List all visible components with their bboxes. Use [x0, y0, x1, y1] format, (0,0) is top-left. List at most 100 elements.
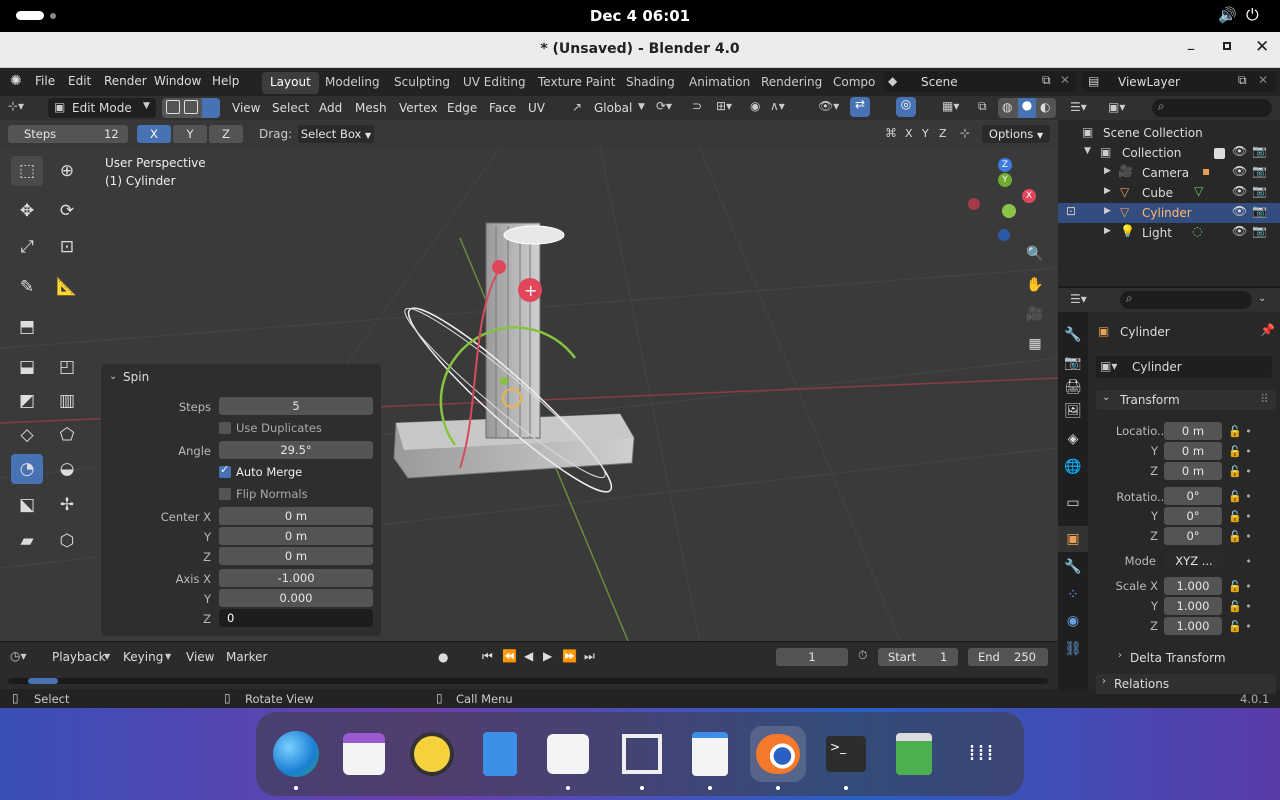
tab-sculpting[interactable]: Sculpting: [386, 72, 458, 94]
location-x-field[interactable]: 0 m: [1164, 422, 1222, 440]
menu-render[interactable]: Render: [104, 74, 147, 88]
edge-slide-tool[interactable]: ⬕: [11, 490, 43, 520]
mirror-y-toggle[interactable]: Y: [922, 127, 929, 140]
knife-tool[interactable]: ◇: [11, 420, 43, 450]
browser-icon[interactable]: [268, 726, 324, 790]
menu-edge[interactable]: Edge: [447, 101, 477, 115]
visibility-icon[interactable]: 👁▾: [818, 99, 839, 113]
clock[interactable]: Dec 4 06:01: [560, 7, 720, 25]
axis-z-toggle[interactable]: Z: [209, 125, 243, 143]
terminal-icon[interactable]: >_: [818, 726, 874, 790]
location-locks[interactable]: 🔓 • 🔓 • 🔓 •: [1228, 422, 1268, 487]
pan-hand-icon[interactable]: ✋: [1022, 272, 1048, 298]
eye-icon[interactable]: 👁: [1232, 224, 1247, 238]
rotation-z-field[interactable]: 0°: [1164, 527, 1222, 545]
camera-render-icon[interactable]: 📷: [1252, 144, 1267, 158]
loop-cut-tool[interactable]: ▥: [51, 386, 83, 416]
constraints-tab-icon[interactable]: ⛓: [1058, 636, 1088, 662]
calendar-icon[interactable]: [336, 726, 392, 782]
volume-icon[interactable]: 🔊: [1218, 6, 1237, 24]
delete-viewlayer-icon[interactable]: ✕: [1258, 73, 1268, 87]
close-button[interactable]: ✕: [1255, 37, 1269, 57]
outliner-editor-icon[interactable]: ☰▾: [1070, 100, 1087, 114]
playhead[interactable]: [28, 678, 58, 684]
material-shading-icon[interactable]: ◐: [1040, 100, 1050, 114]
vertex-select-icon[interactable]: [166, 100, 180, 114]
axis-y-field[interactable]: 0.000: [219, 589, 373, 607]
camera-render-icon[interactable]: 📷: [1252, 224, 1267, 238]
mirror-z-toggle[interactable]: Z: [939, 127, 947, 140]
proportional-edit-icon[interactable]: ◉: [750, 99, 760, 113]
expand-chevron-icon[interactable]: ▶: [1104, 226, 1111, 236]
rotation-x-field[interactable]: 0°: [1164, 487, 1222, 505]
options-dropdown[interactable]: Options ▼: [982, 125, 1050, 143]
display-mode-icon[interactable]: ▣▾: [1108, 100, 1125, 114]
rotation-mode-dropdown[interactable]: XYZ ...: [1164, 552, 1224, 570]
tab-modeling[interactable]: Modeling: [317, 72, 388, 94]
jump-start-icon[interactable]: ⏮: [482, 649, 493, 664]
render-tab-icon[interactable]: 📷: [1058, 350, 1088, 376]
trash-icon[interactable]: [886, 726, 942, 782]
location-y-field[interactable]: 0 m: [1164, 442, 1222, 460]
3d-viewport[interactable]: + User Perspective (1) Cylinder ⬚ ⊕ ✥ ⟳ …: [0, 148, 1058, 641]
relations-header[interactable]: › Relations: [1096, 674, 1276, 694]
minimize-button[interactable]: –: [1187, 39, 1195, 58]
eye-icon[interactable]: 👁: [1232, 184, 1247, 198]
solid-shading-icon[interactable]: ●: [1018, 98, 1036, 118]
power-icon[interactable]: ⏻: [1246, 5, 1259, 25]
tab-rendering[interactable]: Rendering: [753, 72, 830, 94]
play-icon[interactable]: ▶: [543, 649, 552, 663]
mirror-x-toggle[interactable]: X: [905, 127, 913, 140]
expand-chevron-icon[interactable]: ▼: [1084, 146, 1091, 156]
expand-chevron-icon[interactable]: ▶: [1104, 206, 1111, 216]
activities-indicator[interactable]: [16, 11, 44, 20]
transform-tool[interactable]: ⊡: [51, 232, 83, 262]
viewlayer-selector[interactable]: ▤ ViewLayer ⧉ ✕: [1082, 72, 1276, 92]
spin-tool[interactable]: ◔: [11, 454, 43, 484]
menu-select[interactable]: Select: [272, 101, 309, 115]
scene-collection-row[interactable]: ▣ Scene Collection: [1058, 123, 1280, 143]
mirror-icon[interactable]: ⌘: [885, 126, 897, 140]
timeline-editor-icon[interactable]: ◷▾: [10, 649, 27, 663]
ortho-grid-icon[interactable]: ▦: [1022, 331, 1048, 357]
eye-icon[interactable]: 👁: [1232, 204, 1247, 218]
timeline-scrollbar[interactable]: [8, 678, 1048, 684]
inset-tool[interactable]: ◰: [51, 352, 83, 382]
scale-locks[interactable]: 🔓 • 🔓 • 🔓 •: [1228, 577, 1268, 637]
xray-icon[interactable]: ⧉: [978, 99, 987, 114]
camera-render-icon[interactable]: 📷: [1252, 164, 1267, 178]
expand-chevron-icon[interactable]: ▶: [1104, 166, 1111, 176]
camera-render-icon[interactable]: 📷: [1252, 184, 1267, 198]
menu-view[interactable]: View: [232, 101, 260, 115]
measure-tool[interactable]: 📐: [51, 272, 83, 302]
eye-icon[interactable]: 👁: [1232, 144, 1247, 158]
cursor-tool[interactable]: ⊕: [51, 156, 83, 186]
mode-dropdown[interactable]: ▣ Edit Mode ▼: [48, 98, 156, 118]
object-datablock-field[interactable]: ▣▾ Cylinder: [1096, 356, 1272, 378]
spin-panel-title[interactable]: Spin: [123, 370, 149, 384]
transform-panel-header[interactable]: ⌄ Transform ⠿: [1096, 390, 1276, 410]
world-tab-icon[interactable]: 🌐: [1058, 454, 1088, 480]
properties-editor-icon[interactable]: ☰▾: [1070, 292, 1087, 306]
menu-vertex[interactable]: Vertex: [399, 101, 438, 115]
gizmo-z-axis[interactable]: Z: [998, 158, 1012, 172]
shrink-fatten-tool[interactable]: ✢: [51, 490, 83, 520]
rotation-locks[interactable]: 🔓 • 🔓 • 🔓 •: [1228, 487, 1268, 552]
menu-help[interactable]: Help: [212, 74, 239, 88]
outliner-item-cylinder[interactable]: ⊡ ▶ ▽ Cylinder 👁 📷: [1058, 203, 1280, 223]
gizmo-y-axis[interactable]: Y: [998, 173, 1012, 187]
scale-x-field[interactable]: 1.000: [1164, 577, 1222, 595]
poly-build-tool[interactable]: ⬠: [51, 420, 83, 450]
mode-dot[interactable]: •: [1228, 552, 1268, 577]
particles-tab-icon[interactable]: ⁘: [1058, 582, 1088, 608]
use-duplicates-checkbox[interactable]: [219, 422, 231, 434]
stopwatch-icon[interactable]: ⏱: [858, 648, 867, 663]
scene-tab-icon[interactable]: ◈: [1058, 426, 1088, 452]
tab-shading[interactable]: Shading: [618, 72, 683, 94]
gizmo-neg-z[interactable]: [998, 229, 1010, 241]
flip-normals-checkbox[interactable]: [219, 488, 231, 500]
gizmo-x-axis[interactable]: X: [1022, 189, 1036, 203]
delta-transform-header[interactable]: › Delta Transform: [1112, 648, 1272, 668]
face-select-icon[interactable]: [202, 98, 220, 118]
menu-add[interactable]: Add: [319, 101, 342, 115]
